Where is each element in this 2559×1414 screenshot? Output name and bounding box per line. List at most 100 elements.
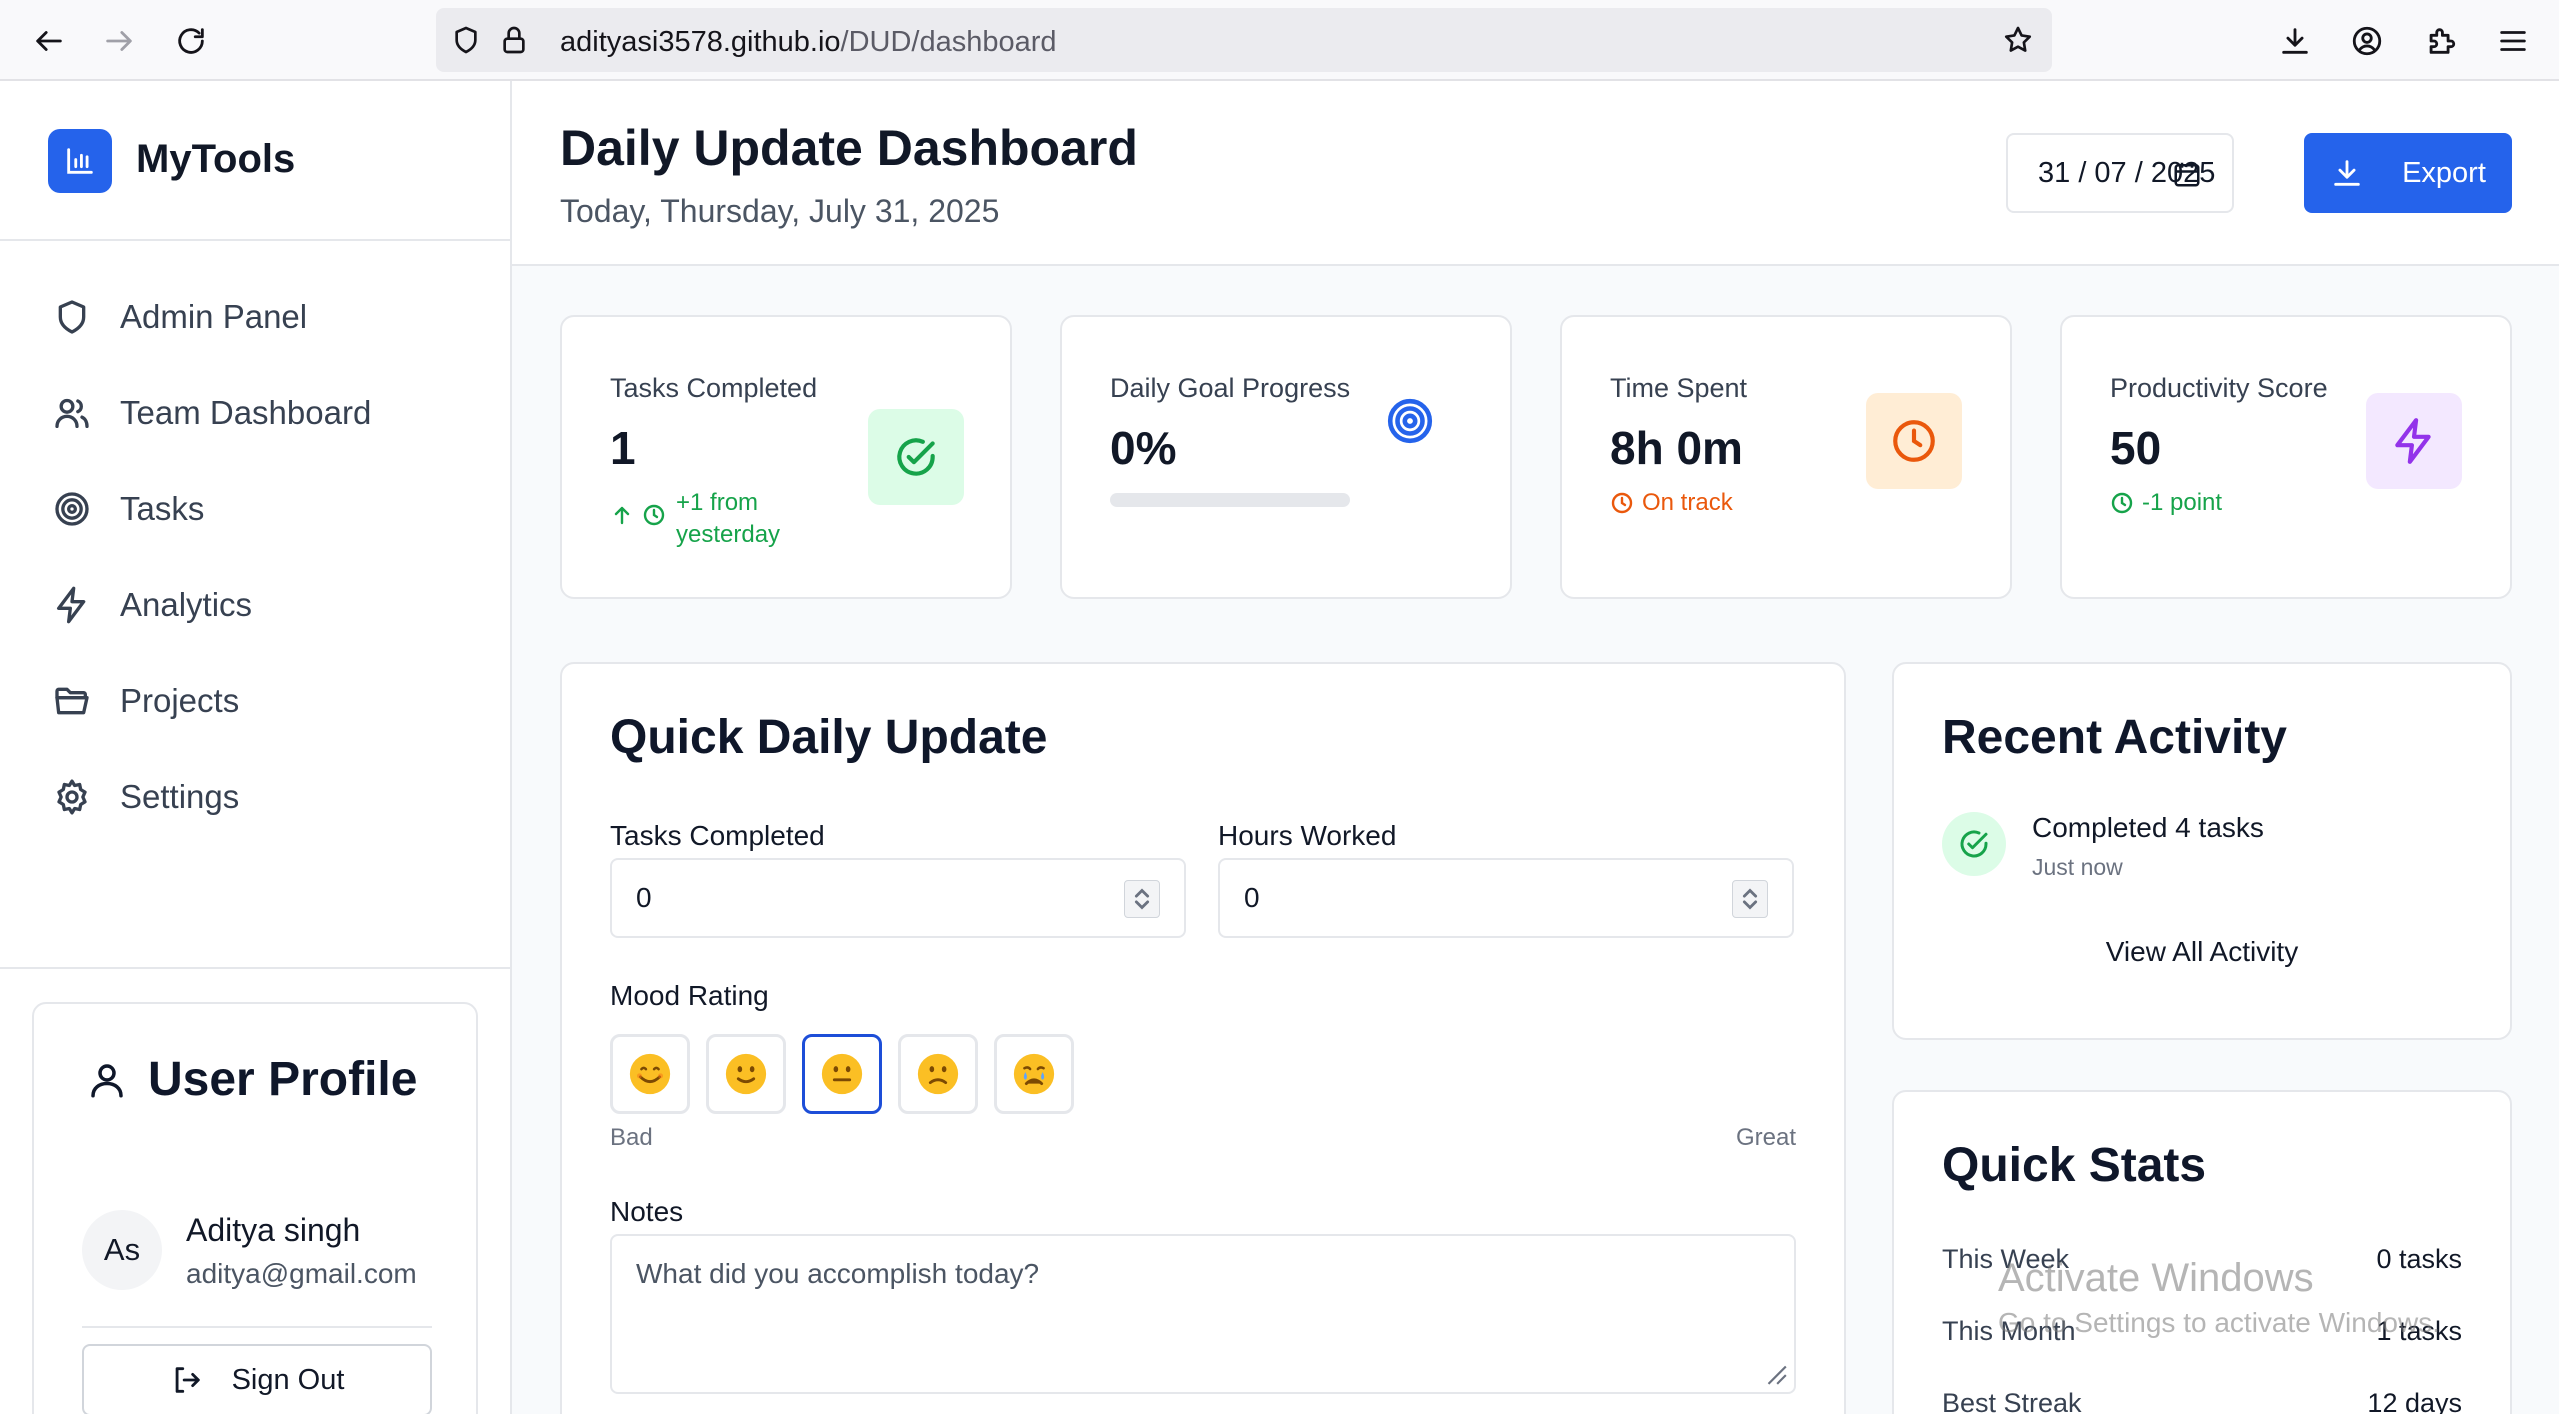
- brand[interactable]: MyTools: [0, 81, 510, 241]
- calendar-icon[interactable]: [2172, 159, 2202, 189]
- sidebar-item-label: Projects: [120, 682, 240, 719]
- stat-label: Productivity Score: [2110, 373, 2328, 403]
- sidebar-divider: [0, 967, 510, 969]
- mood-high-caption: Great: [1735, 1124, 1796, 1151]
- check-circle-icon: [868, 409, 964, 505]
- puzzle-icon: [2429, 28, 2456, 54]
- stat-card-productivity: Productivity Score 50 -1 point: [2060, 315, 2512, 599]
- stat-note: On track: [1610, 489, 1733, 517]
- date-picker[interactable]: 31 / 07 / 2025: [2006, 133, 2234, 213]
- back-button[interactable]: [26, 18, 72, 64]
- activity-text: Completed 4 tasks: [2032, 812, 2264, 843]
- view-all-activity-button[interactable]: View All Activity: [1894, 936, 2510, 968]
- clock-icon: [2111, 492, 2133, 514]
- stat-value: 1: [610, 422, 636, 474]
- avatar: As: [82, 1210, 162, 1290]
- tasks-completed-input[interactable]: 0: [610, 858, 1186, 938]
- card-title: Quick Daily Update: [610, 711, 1048, 764]
- target-icon: [1382, 393, 1438, 449]
- hours-worked-value: 0: [1244, 882, 1260, 913]
- mood-button-smiling[interactable]: [610, 1034, 690, 1114]
- mood-button-frowning[interactable]: [898, 1034, 978, 1114]
- goal-progress-bar: [1110, 493, 1350, 507]
- sidebar-item-admin-panel[interactable]: Admin Panel: [52, 289, 472, 345]
- stat-note: +1 from yesterday: [610, 487, 830, 551]
- user-profile-card: User Profile As Aditya singh aditya@gmai…: [32, 1002, 478, 1414]
- tasks-completed-value: 0: [636, 882, 652, 913]
- reload-icon: [178, 28, 204, 54]
- tasks-stepper[interactable]: [1124, 880, 1160, 918]
- quick-stat-value: 0 tasks: [2376, 1244, 2462, 1274]
- export-label: Export: [2402, 156, 2486, 189]
- sidebar-item-label: Tasks: [120, 490, 205, 527]
- sidebar-item-tasks[interactable]: Tasks: [52, 481, 472, 537]
- user-email: aditya@gmail.com: [186, 1258, 417, 1289]
- arrow-right-icon: [106, 31, 132, 51]
- stat-note: -1 point: [2110, 489, 2222, 517]
- hours-stepper[interactable]: [1732, 880, 1768, 918]
- arrow-left-icon: [36, 31, 62, 51]
- star-icon[interactable]: [2002, 24, 2034, 56]
- mood-button-slight-smile[interactable]: [706, 1034, 786, 1114]
- slight-smile-face-icon: [725, 1053, 767, 1095]
- stat-card-tasks-completed: Tasks Completed 1 +1 from yesterday: [560, 315, 1012, 599]
- sidebar: MyTools Admin Panel Team Dashboard Tasks…: [0, 81, 512, 1414]
- url-text: adityasi3578.github.io/DUD/dashboard: [560, 26, 1057, 58]
- quick-stat-value: 1 tasks: [2376, 1316, 2462, 1346]
- neutral-face-icon: [821, 1053, 863, 1095]
- stepper-arrows-icon: [1742, 888, 1758, 910]
- check-circle-icon: [1942, 812, 2006, 876]
- frowning-face-icon: [917, 1053, 959, 1095]
- sidebar-item-projects[interactable]: Projects: [52, 673, 472, 729]
- quick-daily-update-card: Quick Daily Update Tasks Completed 0 Hou…: [560, 662, 1846, 1414]
- browser-toolbar: adityasi3578.github.io/DUD/dashboard: [0, 0, 2559, 81]
- sidebar-item-team-dashboard[interactable]: Team Dashboard: [52, 385, 472, 441]
- crying-face-icon: [1013, 1053, 1055, 1095]
- sidebar-item-settings[interactable]: Settings: [52, 769, 472, 825]
- mood-button-neutral[interactable]: [802, 1034, 882, 1114]
- resize-grip-icon[interactable]: [1762, 1360, 1788, 1386]
- downloads-button[interactable]: [2272, 18, 2318, 64]
- stat-label: Time Spent: [1610, 373, 1748, 403]
- zap-icon: [2366, 393, 2462, 489]
- stat-value: 8h 0m: [1610, 422, 1743, 474]
- card-title: Recent Activity: [1942, 711, 2287, 764]
- clock-icon: [1611, 492, 1633, 514]
- shield-icon: [455, 26, 477, 54]
- quick-stat-value: 12 days: [2367, 1388, 2462, 1414]
- url-bar[interactable]: adityasi3578.github.io/DUD/dashboard: [436, 8, 2052, 72]
- page-title: Daily Update Dashboard: [560, 120, 1138, 176]
- shield-icon: [58, 300, 86, 334]
- clock-icon: [1866, 393, 1962, 489]
- stat-value: 50: [2110, 422, 2162, 474]
- download-icon: [2282, 28, 2308, 54]
- menu-button[interactable]: [2490, 18, 2536, 64]
- quick-stat-label: This Month: [1942, 1316, 2076, 1346]
- hours-worked-input[interactable]: 0: [1218, 858, 1794, 938]
- target-icon: [55, 492, 89, 526]
- sign-out-label: Sign Out: [231, 1363, 345, 1396]
- chart-icon: [48, 129, 112, 193]
- forward-button[interactable]: [96, 18, 142, 64]
- hamburger-icon: [2500, 31, 2526, 51]
- page-header: Daily Update Dashboard Today, Thursday, …: [512, 81, 2559, 266]
- user-name: Aditya singh: [186, 1212, 361, 1248]
- export-button[interactable]: Export: [2304, 133, 2512, 213]
- stat-card-daily-goal: Daily Goal Progress 0%: [1060, 315, 1512, 599]
- quick-stats-card: Quick Stats This Week 0 tasks This Month…: [1892, 1090, 2512, 1414]
- mood-button-crying[interactable]: [994, 1034, 1074, 1114]
- quick-stat-label: This Week: [1942, 1244, 2070, 1274]
- account-button[interactable]: [2344, 18, 2390, 64]
- user-profile-title: User Profile: [86, 1052, 417, 1107]
- sidebar-item-label: Analytics: [120, 586, 253, 623]
- stat-label: Tasks Completed: [610, 373, 818, 403]
- sidebar-item-analytics[interactable]: Analytics: [52, 577, 472, 633]
- quick-stat-row: This Month 1 tasks: [1942, 1316, 2462, 1347]
- notes-textarea[interactable]: What did you accomplish today?: [610, 1234, 1796, 1394]
- sidebar-item-label: Settings: [120, 778, 240, 815]
- mood-low-caption: Bad: [610, 1124, 653, 1151]
- extensions-button[interactable]: [2418, 18, 2464, 64]
- sign-out-button[interactable]: Sign Out: [82, 1344, 432, 1414]
- reload-button[interactable]: [168, 18, 214, 64]
- lock-icon: [503, 26, 525, 54]
